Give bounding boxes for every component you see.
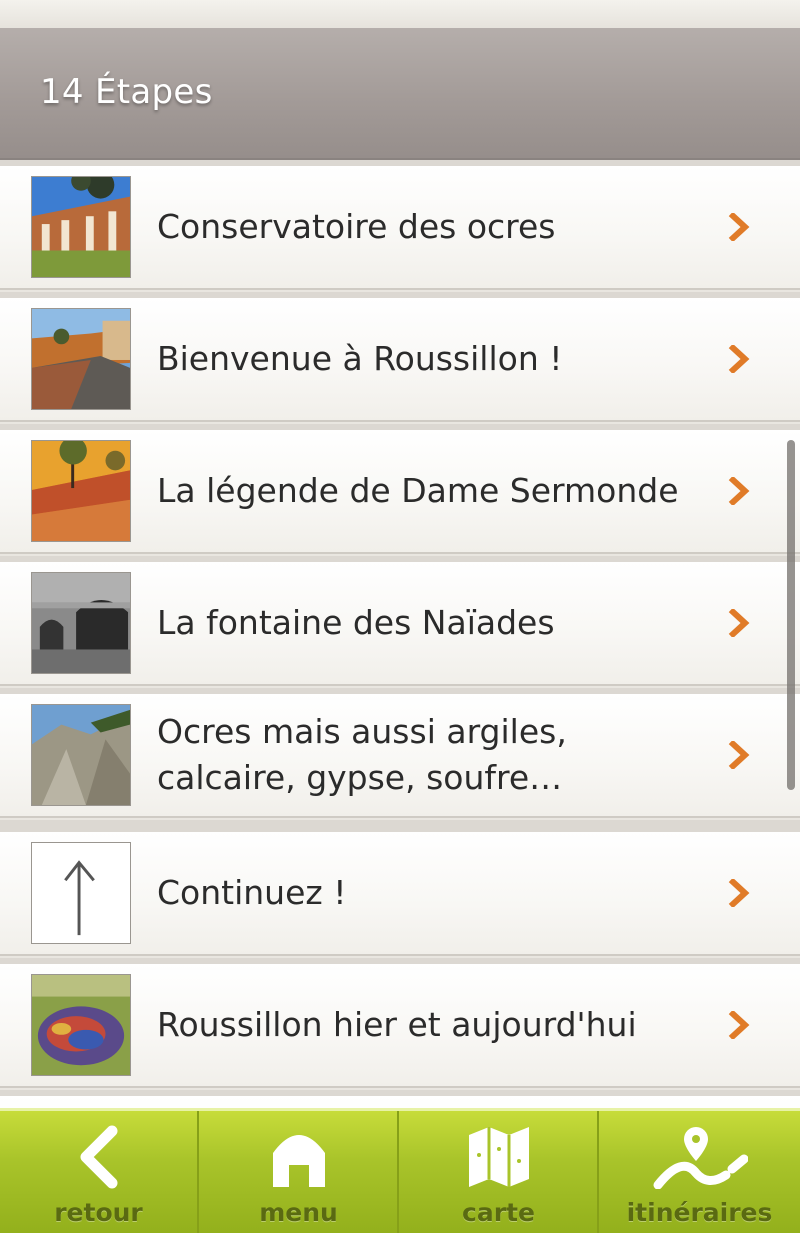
back-arrow-icon [74, 1125, 124, 1193]
step-thumbnail [31, 308, 131, 410]
home-icon [271, 1125, 327, 1193]
chevron-right-icon [726, 213, 754, 241]
chevron-right-icon [726, 609, 754, 637]
tab-back-button[interactable]: retour [0, 1111, 199, 1233]
page-title: 14 Étapes [40, 72, 213, 112]
map-icon [467, 1125, 531, 1193]
step-row-bienvenue[interactable]: Bienvenue à Roussillon ! [0, 298, 800, 422]
step-label: Bienvenue à Roussillon ! [157, 339, 563, 378]
steps-list[interactable]: Conservatoire des ocres Bienvenue à Rous… [0, 160, 800, 1110]
step-row-conservatoire[interactable]: Conservatoire des ocres [0, 166, 800, 290]
step-label: Conservatoire des ocres [157, 207, 556, 246]
chevron-right-icon [726, 741, 754, 769]
tab-label: itinéraires [626, 1198, 773, 1227]
list-scrollbar[interactable] [787, 440, 795, 790]
step-thumbnail [31, 974, 131, 1076]
step-label: Continuez ! [157, 873, 347, 912]
step-row-ocres-argiles[interactable]: Ocres mais aussi argiles, calcaire, gyps… [0, 694, 800, 818]
tab-menu-button[interactable]: menu [200, 1111, 399, 1233]
step-label: Roussillon hier et aujourd'hui [157, 1005, 637, 1044]
step-row-dame-sermonde[interactable]: La légende de Dame Sermonde [0, 430, 800, 554]
tab-label: retour [54, 1198, 143, 1227]
header-bar: 14 Étapes [0, 28, 800, 160]
arrow-up-icon [31, 842, 131, 944]
chevron-right-icon [726, 1011, 754, 1039]
tab-label: menu [259, 1198, 338, 1227]
step-row-fontaine[interactable]: La fontaine des Naïades [0, 562, 800, 686]
step-label: La fontaine des Naïades [157, 603, 555, 642]
chevron-right-icon [726, 477, 754, 505]
step-thumbnail [31, 440, 131, 542]
tab-label: carte [462, 1198, 535, 1227]
step-label: La légende de Dame Sermonde [157, 471, 679, 510]
step-thumbnail [31, 572, 131, 674]
step-row-continuez[interactable]: Continuez ! [0, 832, 800, 956]
step-thumbnail [31, 176, 131, 278]
tab-map-button[interactable]: carte [400, 1111, 599, 1233]
step-row-hier-aujourdhui[interactable]: Roussillon hier et aujourd'hui [0, 964, 800, 1088]
top-strip [0, 0, 800, 28]
step-label: Ocres mais aussi argiles, calcaire, gyps… [157, 712, 567, 797]
step-thumbnail [31, 704, 131, 806]
route-icon [652, 1125, 748, 1193]
chevron-right-icon [726, 879, 754, 907]
bottom-tab-bar: retour menu carte itinéraires [0, 1108, 800, 1233]
tab-routes-button[interactable]: itinéraires [600, 1111, 799, 1233]
chevron-right-icon [726, 345, 754, 373]
